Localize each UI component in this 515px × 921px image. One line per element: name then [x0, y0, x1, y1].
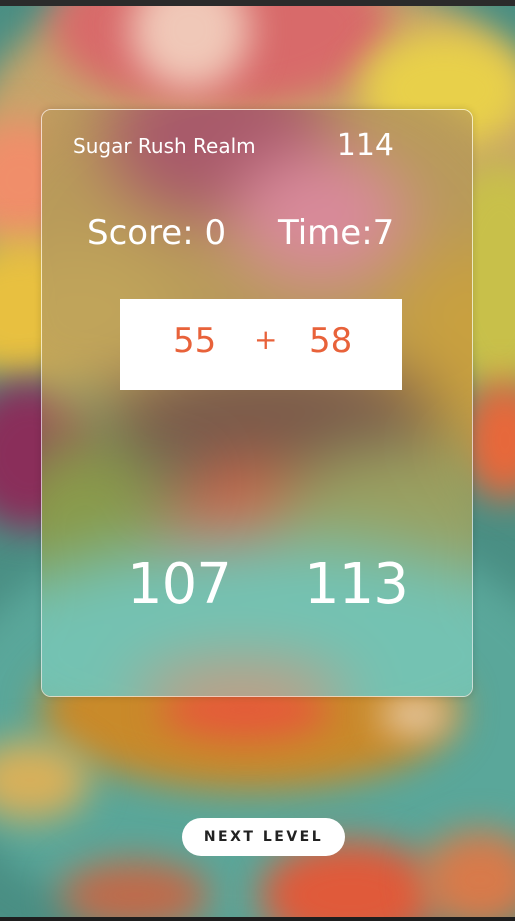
target-number: 114 [336, 128, 394, 163]
timer-display: Time:7 [278, 213, 395, 253]
game-title: Sugar Rush Realm [73, 134, 256, 158]
game-card: Sugar Rush Realm 114 Score: 0 Time:7 55 … [41, 109, 473, 697]
top-edge [0, 0, 515, 6]
equation-operand-b: 58 [309, 321, 353, 361]
bottom-edge [0, 917, 515, 921]
card-frosted-background [42, 110, 472, 696]
equation-operand-a: 55 [173, 321, 217, 361]
next-level-button[interactable]: NEXT LEVEL [182, 818, 345, 856]
equation-operator: + [254, 323, 278, 356]
answer-option-1[interactable]: 107 [127, 552, 232, 617]
equation-box: 55 + 58 [120, 299, 402, 390]
answer-option-2[interactable]: 113 [304, 552, 409, 617]
score-display: Score: 0 [87, 213, 227, 253]
